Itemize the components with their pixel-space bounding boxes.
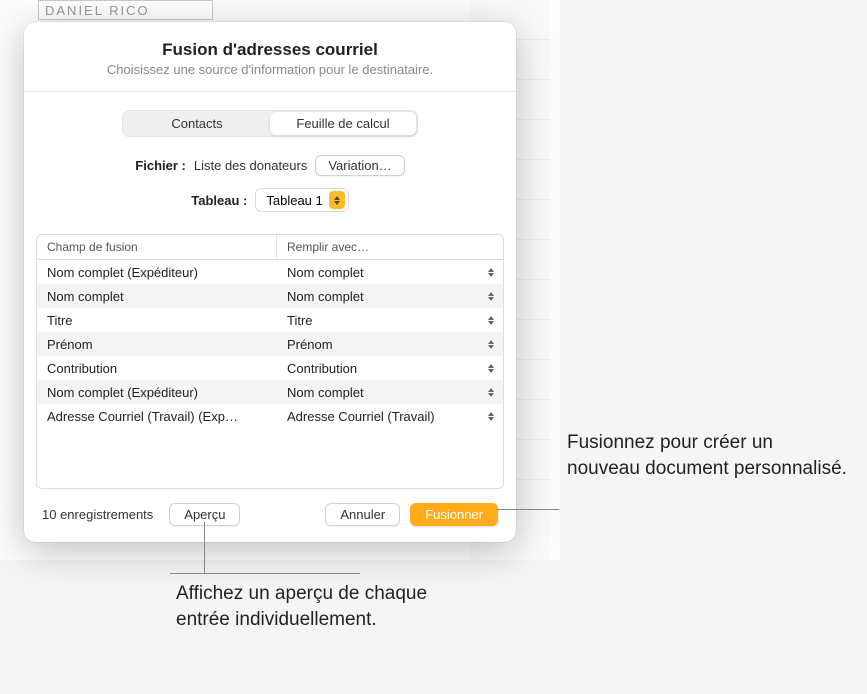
chevron-up-down-icon[interactable]	[485, 412, 497, 421]
dialog-footer: 10 enregistrements Aperçu Annuler Fusion…	[24, 489, 516, 528]
chevron-up-down-icon[interactable]	[485, 364, 497, 373]
segment-contacts[interactable]: Contacts	[124, 112, 270, 135]
fill-with-value: Adresse Courriel (Travail)	[287, 409, 481, 424]
fill-with-value: Prénom	[287, 337, 481, 352]
column-header-fill-with: Remplir avec…	[277, 235, 503, 259]
fill-with-value: Nom complet	[287, 289, 481, 304]
chevron-up-down-icon[interactable]	[485, 316, 497, 325]
merge-button[interactable]: Fusionner	[410, 503, 498, 526]
fill-with-value: Titre	[287, 313, 481, 328]
merge-field-cell: Prénom	[37, 337, 277, 352]
fill-with-cell[interactable]: Nom complet	[277, 265, 503, 280]
source-segmented-control: Contacts Feuille de calcul	[122, 110, 418, 137]
callout-leader-line	[170, 573, 360, 574]
table-row[interactable]: Prénom Prénom	[37, 332, 503, 356]
fill-with-value: Nom complet	[287, 265, 481, 280]
record-count: 10 enregistrements	[42, 507, 153, 522]
fill-with-cell[interactable]: Titre	[277, 313, 503, 328]
dialog-title: Fusion d'adresses courriel	[24, 40, 516, 60]
column-header-merge-field: Champ de fusion	[37, 235, 277, 259]
merge-field-cell: Contribution	[37, 361, 277, 376]
table-select[interactable]: Tableau 1	[255, 188, 348, 212]
table-row[interactable]: Nom complet (Expéditeur) Nom complet	[37, 260, 503, 284]
table-header: Champ de fusion Remplir avec…	[37, 235, 503, 260]
fill-with-cell[interactable]: Nom complet	[277, 289, 503, 304]
table-row[interactable]: Titre Titre	[37, 308, 503, 332]
chevron-up-down-icon	[329, 191, 345, 209]
mail-merge-dialog: Fusion d'adresses courriel Choisissez un…	[24, 22, 516, 542]
merge-field-cell: Titre	[37, 313, 277, 328]
fill-with-cell[interactable]: Contribution	[277, 361, 503, 376]
merge-field-cell: Nom complet (Expéditeur)	[37, 385, 277, 400]
fill-with-value: Nom complet	[287, 385, 481, 400]
table-select-row: Tableau : Tableau 1	[54, 188, 486, 212]
merge-field-cell: Nom complet	[37, 289, 277, 304]
table-label: Tableau :	[191, 193, 247, 208]
cancel-button[interactable]: Annuler	[325, 503, 400, 526]
fill-with-value: Contribution	[287, 361, 481, 376]
table-row[interactable]: Contribution Contribution	[37, 356, 503, 380]
chevron-up-down-icon[interactable]	[485, 292, 497, 301]
table-row[interactable]: Adresse Courriel (Travail) (Exp… Adresse …	[37, 404, 503, 428]
chevron-up-down-icon[interactable]	[485, 340, 497, 349]
callout-leader-line	[497, 509, 559, 510]
background-text-fragment: DANIEL RICO	[38, 0, 213, 20]
fill-with-cell[interactable]: Prénom	[277, 337, 503, 352]
source-section: Contacts Feuille de calcul Fichier : Lis…	[24, 92, 516, 230]
chevron-up-down-icon[interactable]	[485, 268, 497, 277]
segment-spreadsheet[interactable]: Feuille de calcul	[270, 112, 416, 135]
fill-with-cell[interactable]: Adresse Courriel (Travail)	[277, 409, 503, 424]
change-file-button[interactable]: Variation…	[315, 155, 404, 176]
table-select-value: Tableau 1	[266, 193, 322, 208]
table-row[interactable]: Nom complet (Expéditeur) Nom complet	[37, 380, 503, 404]
fill-with-cell[interactable]: Nom complet	[277, 385, 503, 400]
callout-leader-line	[204, 522, 205, 573]
merge-field-cell: Adresse Courriel (Travail) (Exp…	[37, 409, 277, 424]
file-row: Fichier : Liste des donateurs Variation…	[54, 155, 486, 176]
chevron-up-down-icon[interactable]	[485, 388, 497, 397]
field-mapping-table: Champ de fusion Remplir avec… Nom comple…	[36, 234, 504, 489]
callout-merge: Fusionnez pour créer un nouveau document…	[567, 430, 847, 481]
table-row[interactable]: Nom complet Nom complet	[37, 284, 503, 308]
callout-preview: Affichez un aperçu de chaque entrée indi…	[176, 581, 436, 632]
file-value: Liste des donateurs	[194, 158, 307, 173]
merge-field-cell: Nom complet (Expéditeur)	[37, 265, 277, 280]
dialog-subtitle: Choisissez une source d'information pour…	[24, 62, 516, 92]
table-body[interactable]: Nom complet (Expéditeur)Nom completNom c…	[37, 260, 503, 488]
file-label: Fichier :	[135, 158, 186, 173]
